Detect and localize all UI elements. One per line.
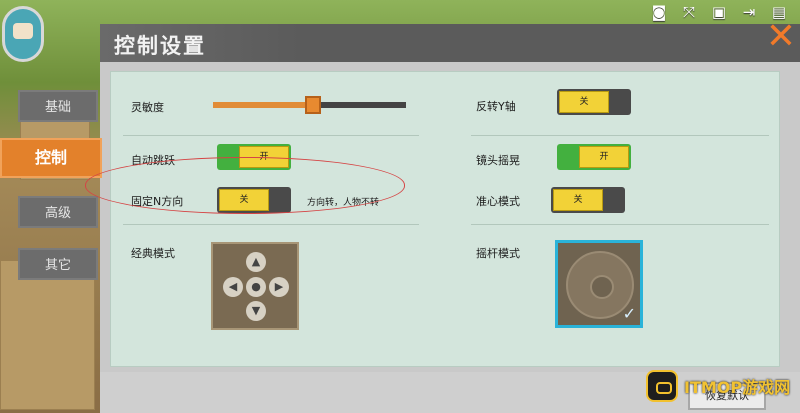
invert-y-toggle[interactable]: 关 [557, 89, 631, 115]
highlight-annotation [85, 157, 405, 214]
divider [471, 135, 769, 136]
dpad-left-icon: ◀ [223, 277, 243, 297]
invert-y-label: 反转Y轴 [476, 100, 516, 113]
dpad-right-icon: ▶ [269, 277, 289, 297]
joystick-mode-option[interactable]: ✓ [555, 240, 643, 328]
dpad-center-icon: ● [246, 277, 266, 297]
watermark-text: ITMOP游戏网 [684, 378, 791, 397]
settings-panel: 灵敏度 反转Y轴 关 自动跳跃 开 镜头摇晃 开 固定N方向 关 方向转，人物不… [110, 71, 780, 367]
close-button[interactable]: ✕ [764, 19, 798, 55]
sensitivity-slider-fill [213, 102, 314, 108]
watermark: ITMOP游戏网 [646, 370, 796, 402]
dpad-down-icon: ▼ [246, 301, 266, 321]
tab-advanced[interactable]: 高级 [18, 196, 98, 228]
avatar[interactable] [2, 6, 44, 62]
tab-other[interactable]: 其它 [18, 248, 98, 280]
camera-shake-toggle-state: 开 [579, 146, 629, 168]
title-bar: 控制设置 ✕ [100, 19, 800, 62]
sensitivity-slider-handle[interactable] [305, 96, 322, 114]
expand-icon[interactable]: ⤧ [678, 1, 700, 23]
divider [123, 224, 419, 225]
tab-basic[interactable]: 基础 [18, 90, 98, 122]
dpad-up-icon: ▲ [246, 252, 266, 272]
crosshair-label: 准心模式 [476, 195, 520, 208]
terrain-block [0, 260, 95, 410]
sensitivity-label: 灵敏度 [131, 101, 164, 114]
camera-shake-label: 镜头摇晃 [476, 154, 520, 167]
classic-mode-label: 经典模式 [131, 247, 175, 260]
classic-mode-option[interactable]: ▲ ◀ ● ▶ ▼ [211, 242, 299, 330]
joystick-mode-label: 摇杆模式 [476, 247, 520, 260]
divider [123, 135, 419, 136]
control-settings-dialog: 控制设置 ✕ 灵敏度 反转Y轴 关 自动跳跃 开 镜头摇晃 开 固定N方向 关 … [100, 19, 800, 413]
gamepad-icon [646, 370, 678, 402]
joystick-stick-icon [590, 275, 614, 299]
divider [471, 224, 769, 225]
checkmark-icon: ✓ [622, 304, 636, 323]
crosshair-toggle[interactable]: 关 [551, 187, 625, 213]
crosshair-toggle-state: 关 [553, 189, 603, 211]
invert-y-toggle-state: 关 [559, 91, 609, 113]
tab-control[interactable]: 控制 [0, 138, 102, 178]
exit-icon[interactable]: ⇥ [738, 1, 760, 23]
scan-icon[interactable]: ▣ [708, 1, 730, 23]
dialog-title: 控制设置 [114, 34, 206, 58]
camera-shake-toggle[interactable]: 开 [557, 144, 631, 170]
camera-icon[interactable]: ◙ [648, 1, 670, 23]
